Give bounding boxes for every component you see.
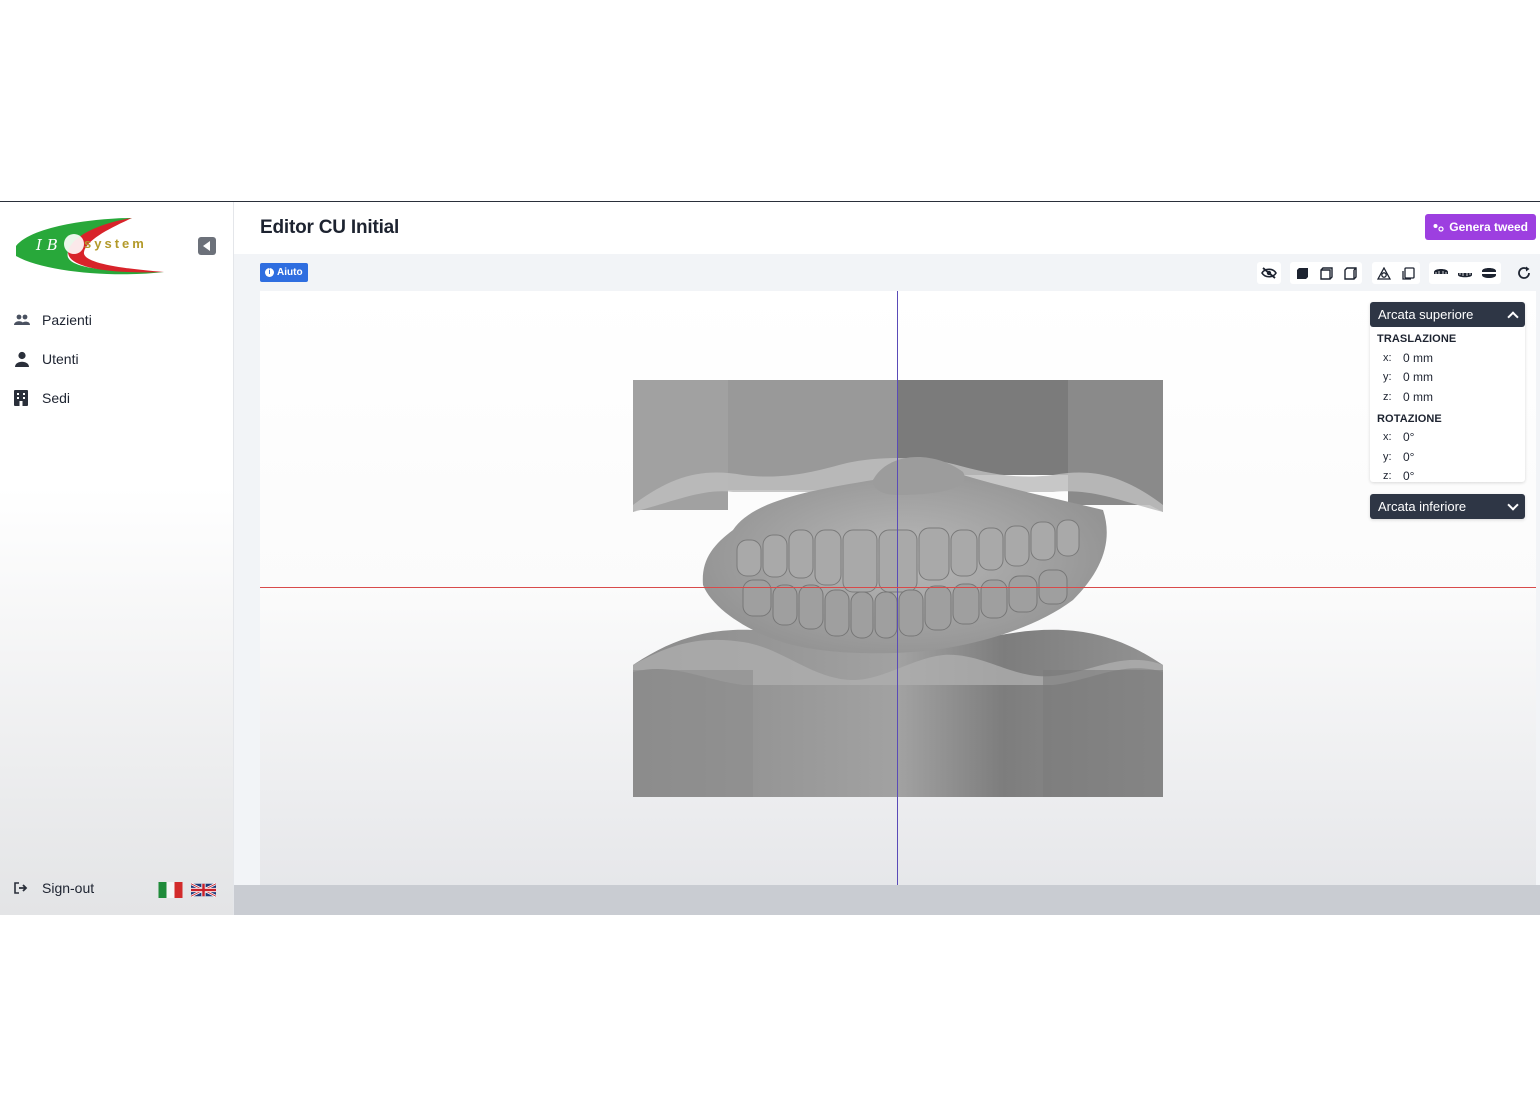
- lower-arch-title: Arcata inferiore: [1378, 499, 1467, 514]
- sidebar-item-utenti[interactable]: Utenti: [14, 339, 224, 378]
- it-flag-icon[interactable]: [158, 882, 183, 898]
- language-switcher: [158, 882, 216, 898]
- sidebar-collapse-button[interactable]: [198, 237, 216, 255]
- view-toolbar: [1290, 261, 1362, 285]
- occlusion-icon[interactable]: [1372, 262, 1396, 284]
- hide-icon[interactable]: [1257, 262, 1281, 284]
- visibility-toolbar: [1257, 261, 1281, 285]
- upper-arch-body: TRASLAZIONE x: 0 mm y: 0 mm z: 0 mm ROTAZIO…: [1370, 327, 1525, 482]
- sidebar-nav: Pazienti Utenti Sedi: [14, 300, 224, 417]
- upper-arch-icon[interactable]: [1429, 262, 1453, 284]
- axis-label: y:: [1383, 450, 1392, 463]
- sidebar-item-label: Pazienti: [42, 311, 92, 328]
- rotation-y-value[interactable]: 0°: [1403, 450, 1414, 464]
- sidebar-item-label: Utenti: [42, 350, 79, 367]
- rotation-y-row[interactable]: y: 0°: [1377, 447, 1518, 467]
- user-icon: [14, 351, 42, 367]
- sidebar-item-sedi[interactable]: Sedi: [14, 378, 224, 417]
- upper-arch-title: Arcata superiore: [1378, 307, 1474, 322]
- both-arches-icon[interactable]: [1477, 262, 1501, 284]
- signout-label: Sign-out: [42, 880, 95, 896]
- ibsystem-logo[interactable]: I B system: [14, 216, 176, 276]
- users-icon: [14, 314, 42, 326]
- translation-x-value[interactable]: 0 mm: [1403, 351, 1433, 365]
- wand-icon: [1433, 223, 1444, 232]
- lower-arch-panel: Arcata inferiore: [1370, 494, 1525, 519]
- rotation-title: ROTAZIONE: [1377, 412, 1442, 425]
- y-axis-line: [897, 291, 898, 885]
- rotation-z-row[interactable]: z: 0°: [1377, 467, 1518, 482]
- footer-strip: [234, 885, 1540, 915]
- dental-model-render[interactable]: [633, 380, 1163, 797]
- translation-y-row[interactable]: y: 0 mm: [1377, 368, 1518, 388]
- x-axis-line: [260, 587, 1536, 588]
- page-header: Editor CU Initial Genera tweed: [234, 202, 1540, 254]
- lower-arch-header[interactable]: Arcata inferiore: [1370, 494, 1525, 519]
- aiuto-label: Aiuto: [277, 267, 303, 278]
- lower-arch-icon[interactable]: [1453, 262, 1477, 284]
- rotation-x-row[interactable]: x: 0°: [1377, 428, 1518, 448]
- sidebar-item-pazienti[interactable]: Pazienti: [14, 300, 224, 339]
- reset-toolbar: [1512, 261, 1536, 285]
- upper-arch-header[interactable]: Arcata superiore: [1370, 302, 1525, 327]
- genera-tweed-button[interactable]: Genera tweed: [1425, 214, 1536, 240]
- aiuto-button[interactable]: i Aiuto: [260, 263, 308, 282]
- sidebar: I B system Pazienti Utenti Sedi Sign-out: [0, 202, 234, 915]
- axis-label: y:: [1383, 371, 1392, 384]
- rotation-x-value[interactable]: 0°: [1403, 430, 1414, 444]
- logo-word: system: [84, 236, 147, 251]
- upper-arch-panel: Arcata superiore TRASLAZIONE x: 0 mm y: 0 …: [1370, 302, 1525, 482]
- app-window: I B system Pazienti Utenti Sedi Sign-out…: [0, 201, 1540, 915]
- translation-z-value[interactable]: 0 mm: [1403, 390, 1433, 404]
- view-side-icon[interactable]: [1338, 262, 1362, 284]
- reset-icon[interactable]: [1512, 262, 1536, 284]
- copy-icon[interactable]: [1396, 262, 1420, 284]
- genera-label: Genera tweed: [1449, 220, 1528, 234]
- info-icon: i: [265, 268, 274, 277]
- logo-text: I B: [35, 236, 58, 254]
- view-solid-icon[interactable]: [1290, 262, 1314, 284]
- sidebar-item-label: Sedi: [42, 389, 71, 406]
- axis-label: x:: [1383, 351, 1392, 364]
- axis-label: x:: [1383, 431, 1392, 444]
- 3d-viewport[interactable]: [260, 291, 1536, 885]
- signout-icon: [14, 882, 42, 894]
- axis-label: z:: [1383, 390, 1392, 403]
- arch-toolbar: [1429, 261, 1501, 285]
- tools-toolbar: [1372, 261, 1420, 285]
- chevron-down-icon: [1507, 498, 1519, 511]
- page-title: Editor CU Initial: [260, 217, 400, 238]
- uk-flag-icon[interactable]: [191, 882, 216, 898]
- view-front-icon[interactable]: [1314, 262, 1338, 284]
- translation-z-row[interactable]: z: 0 mm: [1377, 387, 1518, 407]
- translation-y-value[interactable]: 0 mm: [1403, 370, 1433, 384]
- building-icon: [14, 389, 42, 406]
- translation-title: TRASLAZIONE: [1377, 333, 1457, 345]
- chevron-up-icon: [1507, 310, 1519, 323]
- axis-label: z:: [1383, 470, 1392, 482]
- translation-x-row[interactable]: x: 0 mm: [1377, 348, 1518, 368]
- signout-button[interactable]: Sign-out: [14, 880, 94, 896]
- rotation-z-value[interactable]: 0°: [1403, 469, 1414, 482]
